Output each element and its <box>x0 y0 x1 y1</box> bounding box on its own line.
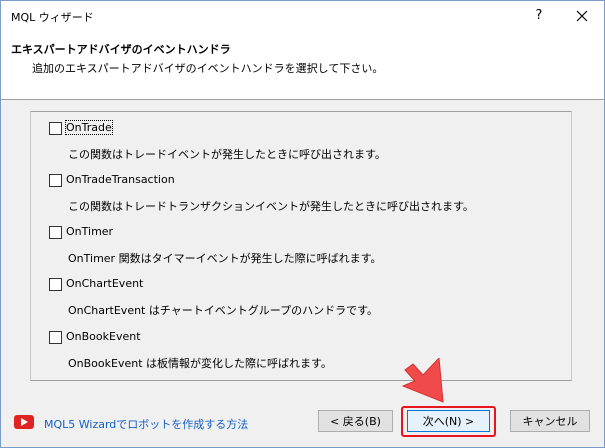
onbookevent-checkbox[interactable] <box>49 331 62 344</box>
option-label[interactable]: OnTrade <box>65 120 113 135</box>
ontradetransaction-checkbox[interactable] <box>49 174 62 187</box>
option-description: OnBookEvent は板情報が変化した際に呼ばれます。 <box>68 357 332 370</box>
back-button[interactable]: < 戻る(B) <box>318 410 393 432</box>
help-button[interactable]: ? <box>528 5 550 27</box>
option-label[interactable]: OnBookEvent <box>66 330 141 343</box>
handler-options-panel: OnTrade この関数はトレードイベントが発生したときに呼び出されます。 On… <box>30 111 572 381</box>
tutorial-link[interactable]: MQL5 Wizardでロボットを作成する方法 <box>44 416 248 432</box>
option-description: この関数はトレードトランザクションイベントが発生したときに呼び出されます。 <box>68 200 474 213</box>
ontrade-checkbox[interactable] <box>49 122 62 135</box>
option-description: この関数はトレードイベントが発生したときに呼び出されます。 <box>68 148 386 161</box>
option-label[interactable]: OnTimer <box>66 225 113 238</box>
option-description: OnTimer 関数はタイマーイベントが発生した際に呼ばれます。 <box>68 252 382 265</box>
wizard-window: MQL ウィザード ? エキスパートアドバイザのイベントハンドラ 追加のエキスパ… <box>0 0 605 448</box>
cancel-button[interactable]: キャンセル <box>510 410 590 432</box>
ontimer-checkbox[interactable] <box>49 226 62 239</box>
page-subtitle: 追加のエキスパートアドバイザのイベントハンドラを選択して下さい。 <box>32 62 384 75</box>
next-button[interactable]: 次へ(N) > <box>407 410 490 432</box>
close-icon[interactable] <box>571 5 593 27</box>
wizard-header: エキスパートアドバイザのイベントハンドラ 追加のエキスパートアドバイザのイベント… <box>1 31 604 100</box>
option-label[interactable]: OnTradeTransaction <box>66 173 175 186</box>
pointer-arrow-icon <box>401 358 444 403</box>
title-bar: MQL ウィザード ? <box>1 1 604 31</box>
option-description: OnChartEvent はチャートイベントグループのハンドラです。 <box>68 304 378 317</box>
page-title: エキスパートアドバイザのイベントハンドラ <box>11 43 231 56</box>
youtube-icon[interactable] <box>14 415 34 429</box>
option-label[interactable]: OnChartEvent <box>66 277 143 290</box>
onchartevent-checkbox[interactable] <box>49 278 62 291</box>
window-title: MQL ウィザード <box>11 11 94 24</box>
